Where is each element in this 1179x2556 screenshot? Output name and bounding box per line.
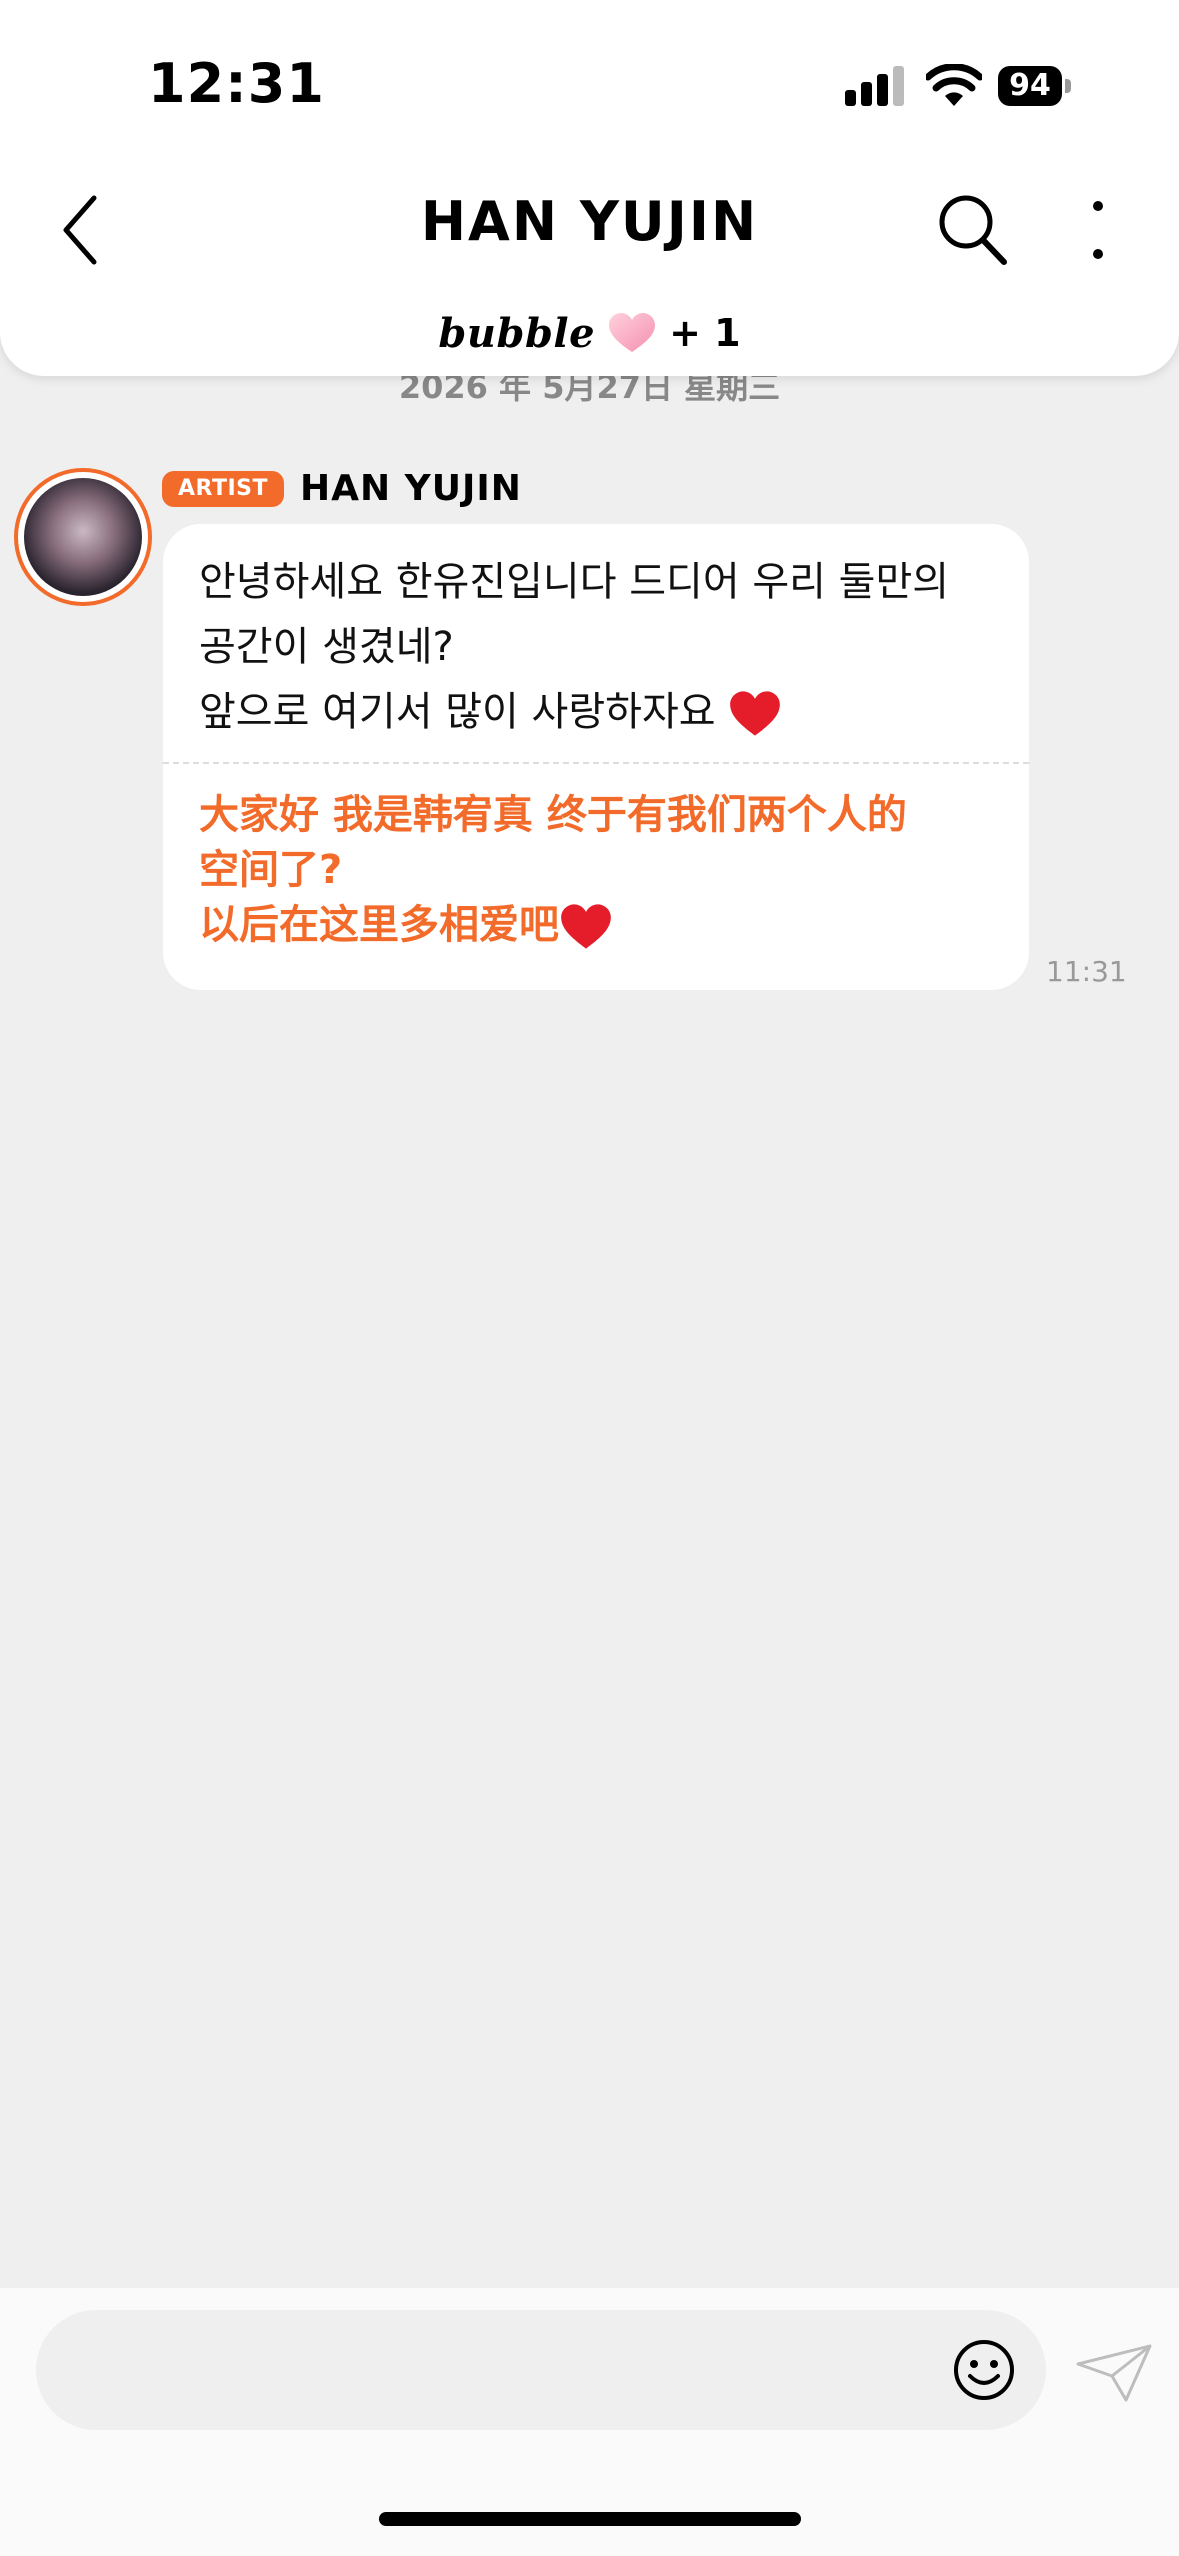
battery-level: 94 <box>998 66 1062 106</box>
status-time: 12:31 <box>148 52 325 115</box>
send-icon[interactable] <box>1076 2342 1152 2402</box>
artist-badge: ARTIST <box>162 471 285 507</box>
more-icon[interactable] <box>1080 198 1116 264</box>
subscription-bar[interactable]: bubble + 1 <box>0 305 1179 361</box>
message-text-chinese-content: 大家好 我是韩宥真 终于有我们两个人的 空间了? 以后在这里多相爱吧 <box>199 792 907 948</box>
message-text-korean: 안녕하세요 한유진입니다 드디어 우리 둘만의 공간이 생겼네? 앞으로 여기서… <box>199 550 1009 745</box>
message-time: 11:31 <box>1046 955 1127 988</box>
message-text-chinese: 大家好 我是韩宥真 终于有我们两个人的 空间了? 以后在这里多相爱吧 <box>199 788 1009 953</box>
message-input-container[interactable] <box>36 2310 1046 2432</box>
search-icon[interactable] <box>936 192 1008 266</box>
header: 12:31 94 HAN YUJIN bubble + 1 <box>0 0 1179 376</box>
heart-icon <box>609 313 656 352</box>
sender-name: HAN YUJIN <box>300 468 522 509</box>
avatar[interactable] <box>14 468 152 606</box>
wifi-icon <box>926 64 982 106</box>
message-text-korean-content: 안녕하세요 한유진입니다 드디어 우리 둘만의 공간이 생겼네? 앞으로 여기서… <box>199 559 950 735</box>
avatar-photo <box>24 478 142 596</box>
heart-icon <box>730 691 781 736</box>
message-bubble[interactable]: 안녕하세요 한유진입니다 드디어 우리 둘만의 공간이 생겼네? 앞으로 여기서… <box>163 524 1029 990</box>
subscription-count: + 1 <box>669 311 741 355</box>
translation-divider <box>163 762 1029 764</box>
message-input[interactable] <box>76 2310 960 2432</box>
battery-icon: 94 <box>998 66 1072 106</box>
cellular-signal-icon <box>845 66 904 106</box>
bubble-logo: bubble <box>438 309 596 357</box>
emoji-icon[interactable] <box>952 2338 1016 2402</box>
heart-icon <box>561 904 611 949</box>
home-indicator[interactable] <box>379 2512 801 2526</box>
